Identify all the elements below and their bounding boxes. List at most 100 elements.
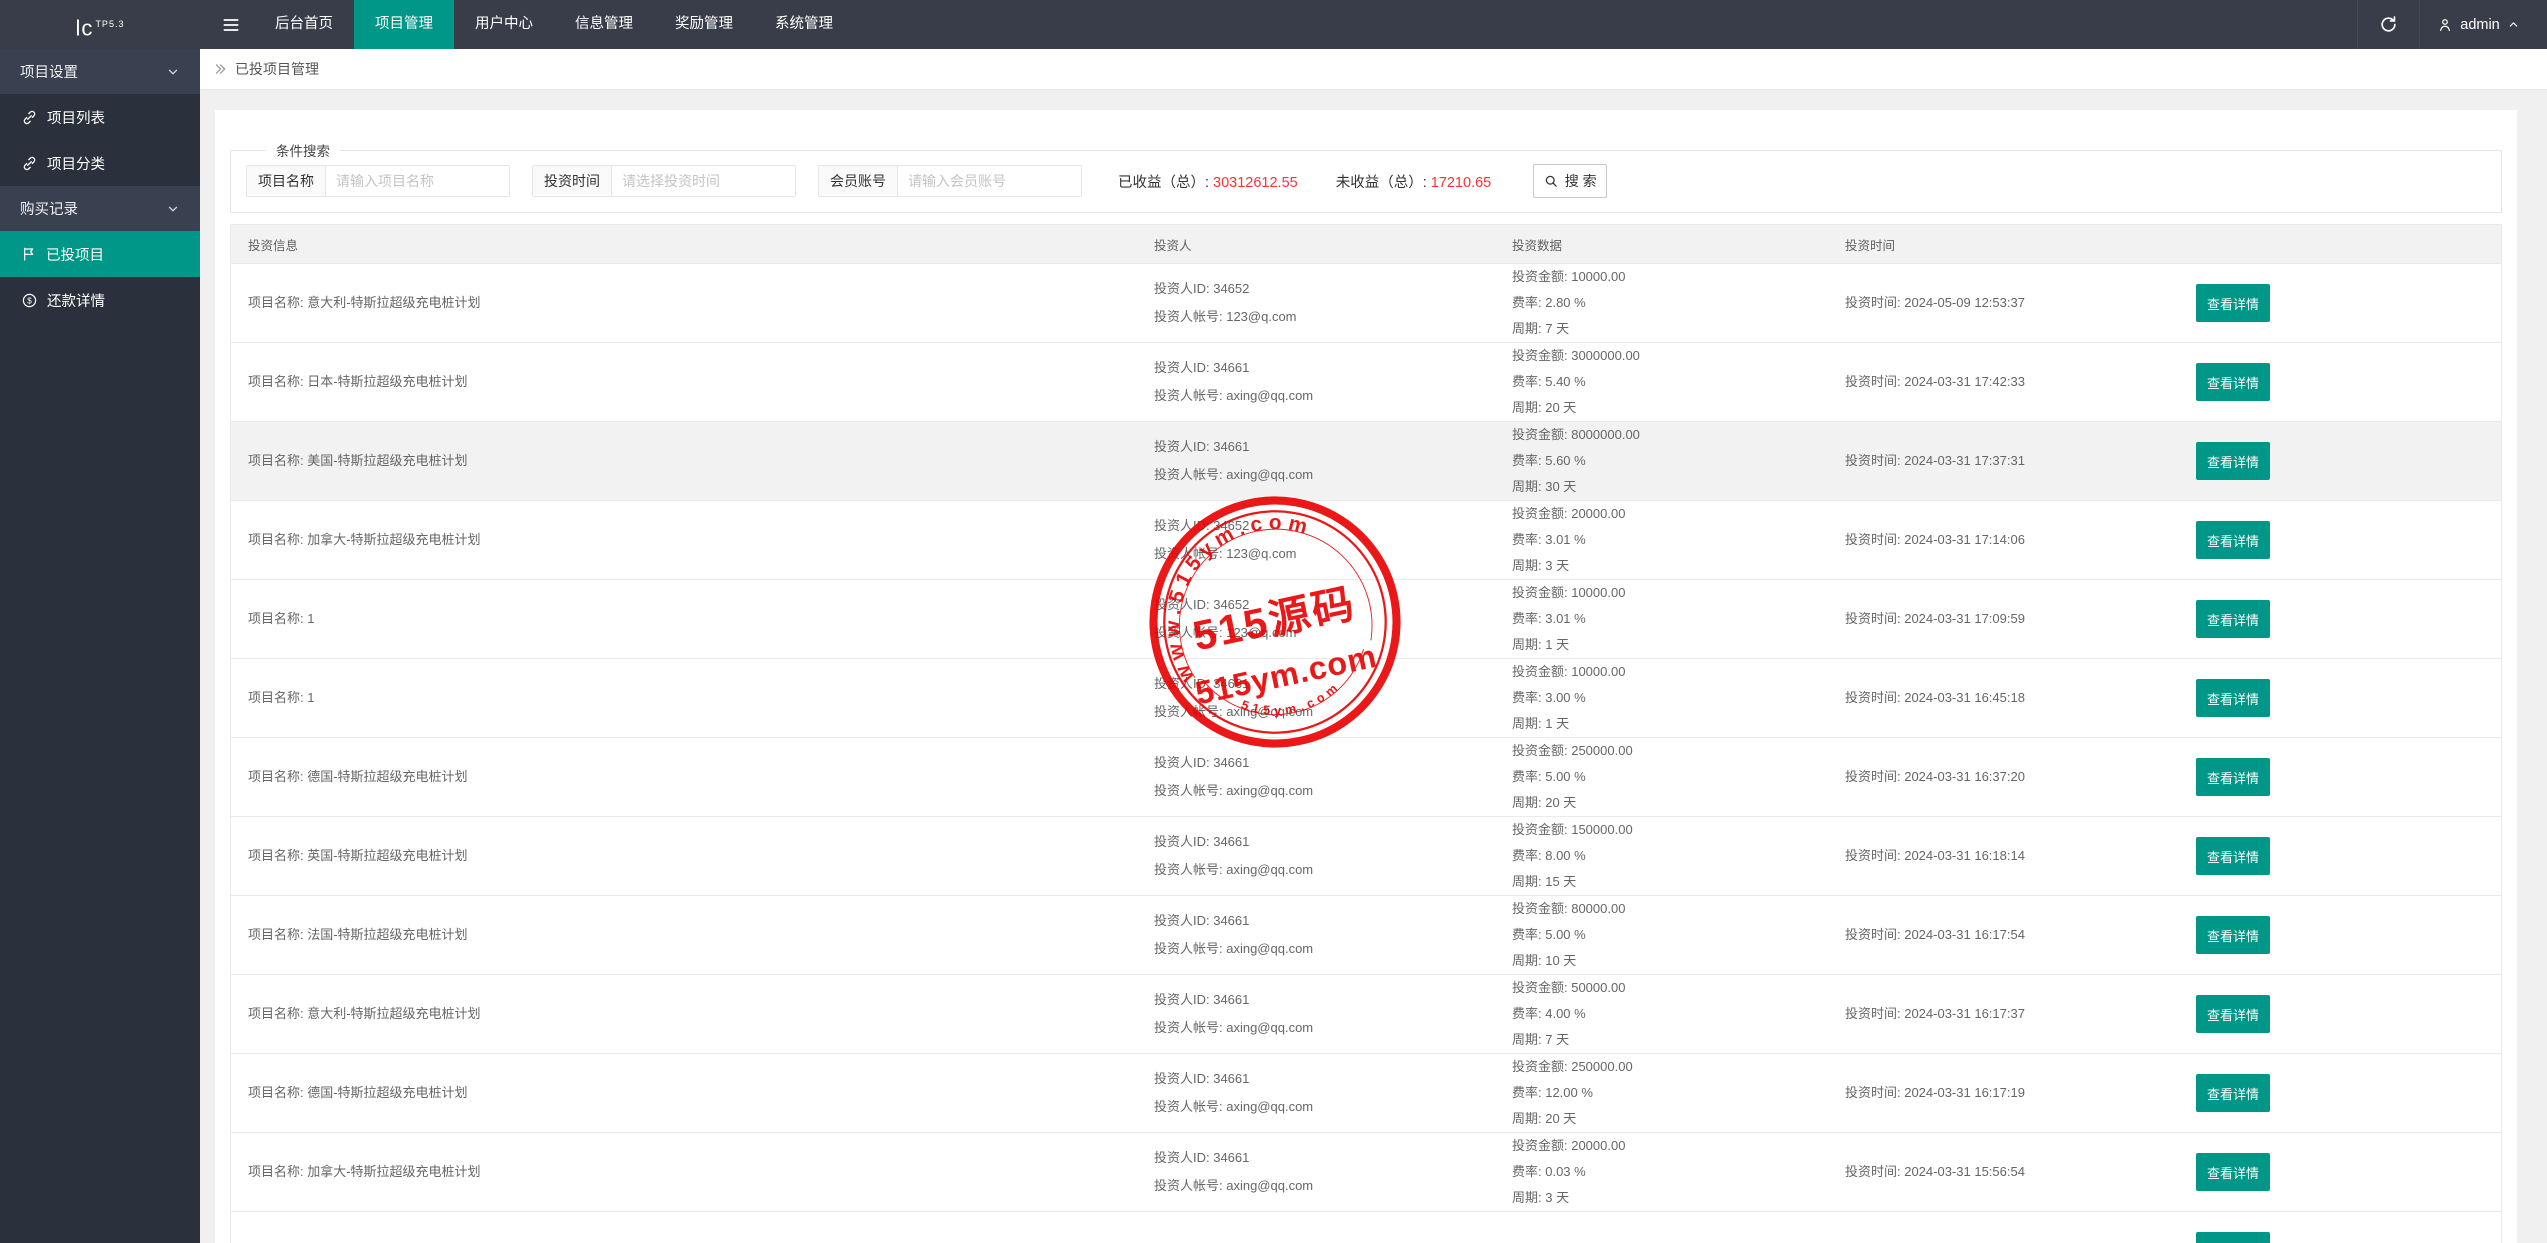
project-name-cell: 项目名称: 日本-特斯拉超级充电桩计划 — [231, 369, 1137, 395]
investor-id: 投资人ID: 34661 — [1154, 1144, 1495, 1172]
view-details-button[interactable]: 查看详情 — [2196, 1153, 2270, 1191]
investor-account: 投资人帐号: axing@qq.com — [1154, 856, 1495, 884]
view-details-button[interactable]: 查看详情 — [2196, 837, 2270, 875]
project-name-cell: 项目名称: 1 — [231, 685, 1137, 711]
invest-time-cell: 投资时间: 2024-03-31 16:17:37 — [1828, 1001, 2179, 1027]
invest-rate: 费率: 8.00 % — [1512, 843, 1828, 869]
table-row: 项目名称: 德国-特斯拉超级充电桩计划投资人ID: 34661投资人帐号: ax… — [231, 737, 2501, 816]
sidebar-group-header[interactable]: 购买记录 — [0, 186, 200, 231]
project-name-cell: 项目名称: 法国-特斯拉超级充电桩计划 — [231, 922, 1137, 948]
sidebar-item-项目分类[interactable]: 项目分类 — [0, 140, 200, 186]
investor-account: 投资人帐号: axing@qq.com — [1154, 1093, 1495, 1121]
sidebar-item-还款详情[interactable]: $还款详情 — [0, 277, 200, 323]
invest-data-cell: 投资金额: 3000000.00费率: 5.40 %周期: 20 天 — [1495, 343, 1828, 421]
investor-id: 投资人ID: 34652 — [1154, 275, 1495, 303]
view-details-button[interactable]: 查看详情 — [2196, 758, 2270, 796]
topbar-nav-item[interactable]: 奖励管理 — [654, 0, 754, 49]
table-row: 项目名称: 意大利-特斯拉超级充电桩计划投资人ID: 34661投资人帐号: a… — [231, 974, 2501, 1053]
investor-cell: 投资人ID: 34661投资人帐号: axing@qq.com — [1137, 749, 1495, 805]
invest-cycle: 周期: 3 天 — [1512, 1185, 1828, 1211]
invest-data-cell: 投资金额: 50000.00费率: 4.00 %周期: 7 天 — [1495, 975, 1828, 1053]
search-fieldset-legend: 条件搜索 — [266, 140, 340, 160]
actions-cell: 查看详情 — [2179, 284, 2501, 322]
pending-income-value: 17210.65 — [1431, 175, 1491, 191]
topbar-nav-item[interactable]: 后台首页 — [254, 0, 354, 49]
content-card: 条件搜索 项目名称 投资时间 会员账号 已收益（总）:30312612.55 未… — [215, 110, 2517, 1243]
table-row: 项目名称: 加拿大-特斯拉超级充电桩计划投资人ID: 34652投资人帐号: 1… — [231, 500, 2501, 579]
user-menu[interactable]: admin — [2419, 0, 2547, 49]
actions-cell: 查看详情 — [2179, 1153, 2501, 1191]
invest-data-cell: 投资金额: 8000000.00费率: 5.60 %周期: 30 天 — [1495, 422, 1828, 500]
view-details-button[interactable]: 查看详情 — [2196, 442, 2270, 480]
view-details-button[interactable]: 查看详情 — [2196, 363, 2270, 401]
actions-cell: 查看详情 — [2179, 837, 2501, 875]
received-income-label: 已收益（总）: — [1118, 175, 1209, 191]
table-row: 项目名称: 1投资人ID: 34652投资人帐号: 123@q.com投资金额:… — [231, 579, 2501, 658]
view-details-button[interactable]: 查看详情 — [2196, 284, 2270, 322]
view-details-button[interactable]: 查看详情 — [2196, 1232, 2270, 1243]
view-details-button[interactable]: 查看详情 — [2196, 600, 2270, 638]
table-header-row: 投资信息 投资人 投资数据 投资时间 — [231, 225, 2501, 263]
invest-data-cell: 投资金额: 80000.00 — [1495, 1238, 1828, 1243]
member-account-input[interactable] — [898, 166, 1081, 196]
investor-cell: 投资人ID: 34652投资人帐号: 123@q.com — [1137, 512, 1495, 568]
invest-amount: 投资金额: 250000.00 — [1512, 1054, 1828, 1080]
invest-rate: 费率: 0.03 % — [1512, 1159, 1828, 1185]
member-account-group: 会员账号 — [818, 165, 1082, 197]
topbar-nav-item[interactable]: 信息管理 — [554, 0, 654, 49]
sidebar-item-已投项目[interactable]: 已投项目 — [0, 231, 200, 277]
invest-cycle: 周期: 20 天 — [1512, 1106, 1828, 1132]
investor-cell: 投资人ID: 34661投资人帐号: axing@qq.com — [1137, 907, 1495, 963]
table-body: 项目名称: 意大利-特斯拉超级充电桩计划投资人ID: 34652投资人帐号: 1… — [231, 263, 2501, 1243]
invest-data-cell: 投资金额: 80000.00费率: 5.00 %周期: 10 天 — [1495, 896, 1828, 974]
invest-time-cell: 投资时间: 2024-03-31 17:37:31 — [1828, 448, 2179, 474]
topbar-right: admin — [2357, 0, 2547, 49]
view-details-button[interactable]: 查看详情 — [2196, 916, 2270, 954]
table-row: 项目名称: 德国-特斯拉超级充电桩计划投资人ID: 34661投资人帐号: ax… — [231, 1053, 2501, 1132]
invest-time-input[interactable] — [612, 166, 795, 196]
investor-id: 投资人ID: 34661 — [1154, 354, 1495, 382]
search-fieldset: 条件搜索 项目名称 投资时间 会员账号 已收益（总）:30312612.55 未… — [230, 140, 2502, 213]
invest-time-cell: 投资时间: 2024-03-31 16:45:18 — [1828, 685, 2179, 711]
invest-time-group: 投资时间 — [532, 165, 796, 197]
refresh-button[interactable] — [2357, 0, 2419, 49]
sidebar-item-项目列表[interactable]: 项目列表 — [0, 94, 200, 140]
investor-account: 投资人帐号: 123@q.com — [1154, 540, 1495, 568]
logo-version: TP5.3 — [95, 19, 124, 29]
breadcrumb-arrow-icon — [213, 62, 227, 76]
invest-amount: 投资金额: 3000000.00 — [1512, 343, 1828, 369]
sidebar-group-header[interactable]: 项目设置 — [0, 49, 200, 94]
chevron-down-icon — [166, 202, 180, 216]
invest-cycle: 周期: 7 天 — [1512, 316, 1828, 342]
invest-rate: 费率: 3.01 % — [1512, 606, 1828, 632]
actions-cell: 查看详情 — [2179, 1232, 2501, 1243]
table-row: 项目名称: 美国-特斯拉超级充电桩计划投资人ID: 34661投资人帐号: ax… — [231, 421, 2501, 500]
actions-cell: 查看详情 — [2179, 600, 2501, 638]
investor-account: 投资人帐号: axing@qq.com — [1154, 1172, 1495, 1200]
topbar-nav-item[interactable]: 系统管理 — [754, 0, 854, 49]
view-details-button[interactable]: 查看详情 — [2196, 995, 2270, 1033]
pending-income-label: 未收益（总）: — [1336, 175, 1427, 191]
investor-account: 投资人帐号: axing@qq.com — [1154, 1014, 1495, 1042]
actions-cell: 查看详情 — [2179, 916, 2501, 954]
invest-cycle: 周期: 10 天 — [1512, 948, 1828, 974]
topbar-nav-item[interactable]: 项目管理 — [354, 0, 454, 49]
view-details-button[interactable]: 查看详情 — [2196, 679, 2270, 717]
view-details-button[interactable]: 查看详情 — [2196, 521, 2270, 559]
hamburger-menu-icon[interactable] — [208, 0, 254, 49]
sidebar-item-label: 还款详情 — [47, 290, 105, 311]
project-name-input[interactable] — [326, 166, 509, 196]
invest-cycle: 周期: 3 天 — [1512, 553, 1828, 579]
invest-amount: 投资金额: 150000.00 — [1512, 817, 1828, 843]
invest-time-cell: 投资时间: 2024-03-31 17:09:59 — [1828, 606, 2179, 632]
topbar-nav-item[interactable]: 用户中心 — [454, 0, 554, 49]
invest-cycle: 周期: 20 天 — [1512, 395, 1828, 421]
search-button[interactable]: 搜 索 — [1533, 164, 1607, 198]
investor-cell: 投资人ID: 34661 — [1137, 1237, 1495, 1243]
view-details-button[interactable]: 查看详情 — [2196, 1074, 2270, 1112]
invest-data-cell: 投资金额: 10000.00费率: 3.01 %周期: 1 天 — [1495, 580, 1828, 658]
invest-amount: 投资金额: 20000.00 — [1512, 501, 1828, 527]
logo-text: lc — [76, 15, 94, 40]
search-icon — [1544, 174, 1559, 189]
invest-cycle: 周期: 1 天 — [1512, 711, 1828, 737]
